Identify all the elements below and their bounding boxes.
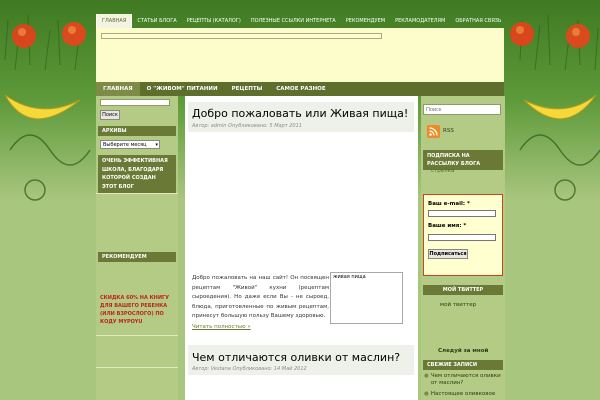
post-image: живая пища <box>330 272 403 324</box>
top-nav-item-home[interactable]: ГЛАВНАЯ <box>96 14 133 28</box>
bullet-icon: ● <box>424 373 429 379</box>
main-nav-item-misc[interactable]: САМОЕ РАЗНОЕ <box>269 82 332 96</box>
recommend-title: РЕКОМЕНДУЕМ <box>98 252 176 262</box>
top-nav-item-recipes[interactable]: РЕЦЕПТЫ (КАТАЛОГ) <box>182 14 246 28</box>
fruit-left-decor <box>4 22 86 120</box>
post-excerpt: Добро пожаловать на наш сайт! Он посвяще… <box>192 275 329 319</box>
main-nav-item-recipes[interactable]: РЕЦЕПТЫ <box>225 82 270 96</box>
post-meta: Автор: admin Опубликовано: 5 Март 2011 <box>192 123 302 129</box>
fruit-right-decor <box>510 22 597 120</box>
twitter-link[interactable]: мой твиттер <box>440 302 476 308</box>
chevron-down-icon: ▾ <box>155 142 158 148</box>
promo-link[interactable]: СКИДКА 60% НА КНИГУ ДЛЯ ВАШЕГО РЕБЕНКА (… <box>100 294 176 326</box>
subscribe-title: ПОДПИСКА НА РАССЫЛКУ БЛОГА <box>423 150 503 170</box>
read-more-link[interactable]: Читать полностью » <box>192 324 251 330</box>
subscribe-form: Ваш e-mail: * Ваше имя: * Подписаться <box>423 194 503 276</box>
top-nav: ГЛАВНАЯ СТАТЬИ БЛОГА РЕЦЕПТЫ (КАТАЛОГ) П… <box>96 14 501 28</box>
name-field[interactable] <box>428 234 496 241</box>
top-nav-item-links[interactable]: ПОЛЕЗНЫЕ ССЫЛКИ ИНТЕРНЕТА <box>246 14 341 28</box>
divider <box>96 367 178 368</box>
top-nav-item-recommend[interactable]: РЕКОМЕНДУЕМ <box>341 14 390 28</box>
left-search-button[interactable]: Поиск <box>100 110 120 120</box>
main-nav: ГЛАВНАЯ О "ЖИВОМ" ПИТАНИИ РЕЦЕПТЫ САМОЕ … <box>96 82 504 96</box>
left-search-input[interactable] <box>100 99 170 106</box>
subscribe-link[interactable]: стрелка <box>431 168 454 174</box>
main-nav-item-about[interactable]: О "ЖИВОМ" ПИТАНИИ <box>140 82 225 96</box>
rss-icon[interactable] <box>427 125 440 138</box>
recent-posts-title: СВЕЖИЕ ЗАПИСИ <box>423 360 503 370</box>
archives-select[interactable]: Выберите месяц ▾ <box>100 140 160 149</box>
twitter-title: МОЙ ТВИТТЕР <box>423 285 503 295</box>
subscribe-button[interactable]: Подписаться <box>428 249 468 259</box>
archives-select-value: Выберите месяц <box>103 142 147 148</box>
email-field[interactable] <box>428 210 496 217</box>
divider <box>96 193 178 194</box>
follow-me-link[interactable]: Следуй за мной <box>438 348 488 354</box>
top-nav-item-articles[interactable]: СТАТЬИ БЛОГА <box>132 14 181 28</box>
bullet-icon: ● <box>424 391 429 397</box>
archives-title: АРХИВЫ <box>98 126 176 136</box>
main-nav-item-home[interactable]: ГЛАВНАЯ <box>96 82 140 96</box>
name-label: Ваше имя: * <box>428 223 467 229</box>
post-meta: Автор: Vestana Опубликовано: 14 Май 2012 <box>192 366 307 372</box>
post-title[interactable]: Добро пожаловать или Живая пища! <box>192 107 408 120</box>
recent-posts-list: ● Чем отличаются оливки от маслин? ● Насто… <box>424 373 504 398</box>
school-widget-text[interactable]: ОЧЕНЬ ЭФФЕКТИВНАЯ ШКОЛА, БЛАГОДАРЯ КОТОР… <box>98 155 176 193</box>
rss-link[interactable]: RSS <box>443 128 454 134</box>
top-nav-item-advertisers[interactable]: РЕКЛАМОДАТЕЛЯМ <box>390 14 450 28</box>
top-nav-item-feedback[interactable]: ОБРАТНАЯ СВЯЗЬ <box>450 14 506 28</box>
list-item[interactable]: ● Чем отличаются оливки от маслин? <box>424 373 504 387</box>
divider <box>96 335 178 336</box>
email-label: Ваш e-mail: * <box>428 201 470 207</box>
post-title[interactable]: Чем отличаются оливки от маслин? <box>192 351 400 364</box>
list-item[interactable]: ● Настоящее оливковое <box>424 391 504 398</box>
right-search-input[interactable] <box>423 104 501 115</box>
post-image-caption: живая пища <box>333 274 366 280</box>
header-banner-bar <box>101 33 382 39</box>
